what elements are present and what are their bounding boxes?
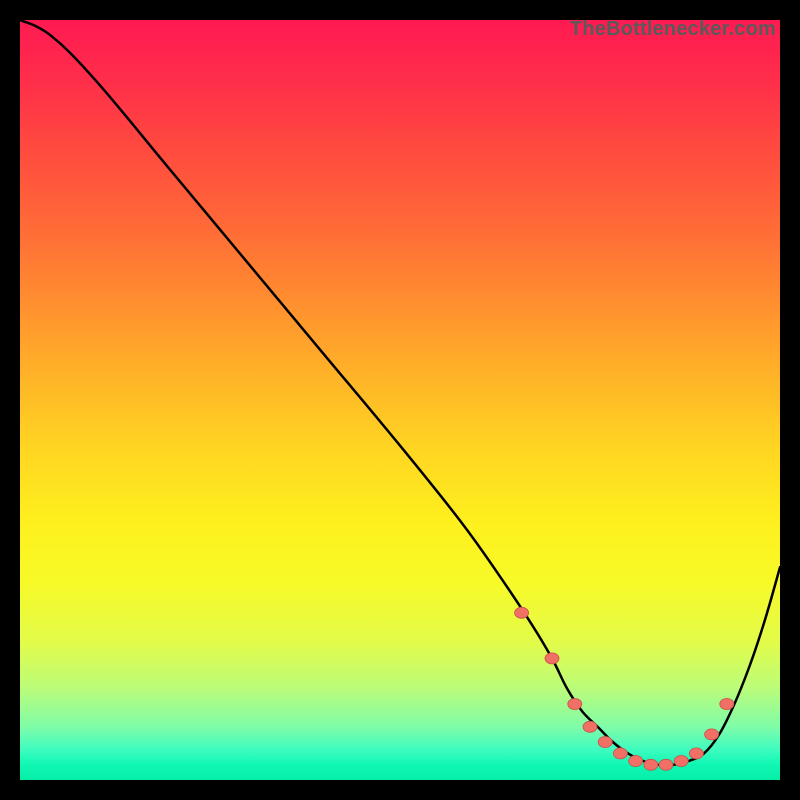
curve-marker bbox=[598, 737, 612, 748]
curve-marker bbox=[568, 699, 582, 710]
curve-marker bbox=[629, 756, 643, 767]
plot-area: TheBottlenecker.com bbox=[20, 20, 780, 780]
curve-marker bbox=[720, 699, 734, 710]
curve-markers bbox=[515, 607, 734, 770]
bottleneck-curve bbox=[20, 20, 780, 765]
curve-marker bbox=[689, 748, 703, 759]
chart-svg bbox=[20, 20, 780, 780]
curve-marker bbox=[674, 756, 688, 767]
curve-marker bbox=[583, 721, 597, 732]
curve-marker bbox=[705, 729, 719, 740]
curve-marker bbox=[515, 607, 529, 618]
curve-marker bbox=[644, 759, 658, 770]
chart-container: TheBottlenecker.com bbox=[0, 0, 800, 800]
curve-marker bbox=[659, 759, 673, 770]
curve-marker bbox=[545, 653, 559, 664]
curve-marker bbox=[613, 748, 627, 759]
